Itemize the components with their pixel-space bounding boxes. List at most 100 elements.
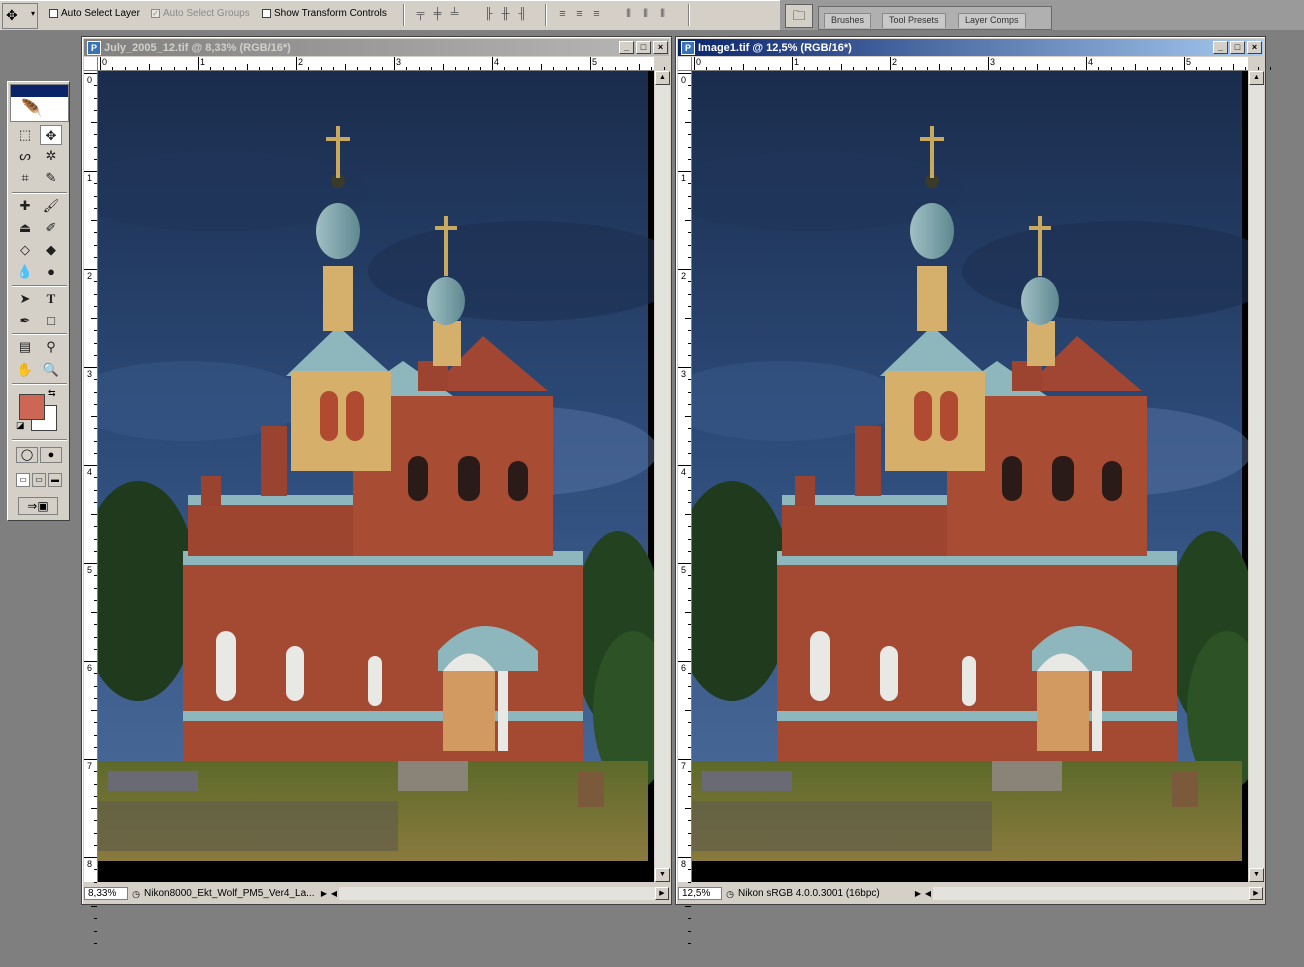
slice-tool-icon[interactable]: ✎	[40, 168, 62, 188]
move-tool-icon[interactable]: ✥	[40, 125, 62, 145]
tool-preset-picker[interactable]: ✥ ▾	[2, 3, 38, 29]
scroll-down-arrow[interactable]: ▼	[655, 868, 670, 882]
maximize-button[interactable]: □	[1230, 41, 1245, 54]
close-button[interactable]: ×	[1247, 41, 1262, 54]
eyedropper-tool-icon[interactable]: ⚲	[40, 337, 62, 357]
auto-select-layer-checkbox[interactable]: Auto Select Layer	[49, 8, 140, 19]
rectangle-tool-icon[interactable]: □	[40, 311, 62, 331]
distribute-horizontal-center-icon[interactable]: ⫴	[639, 7, 652, 21]
standard-mode-button[interactable]: ◯	[16, 447, 38, 463]
ruler-label: 0	[87, 75, 93, 85]
ruler-origin[interactable]	[678, 57, 692, 71]
ruler-tick	[614, 67, 616, 70]
ruler-tick	[94, 783, 97, 785]
full-screen-menu-mode-button[interactable]: ▭	[32, 473, 46, 487]
horizontal-scrollbar[interactable]: ▶	[933, 887, 1263, 900]
align-bottom-icon[interactable]: ╧	[448, 7, 461, 21]
scroll-down-arrow[interactable]: ▼	[1249, 868, 1264, 882]
align-horizontal-center-icon[interactable]: ╫	[499, 7, 512, 21]
vertical-scrollbar[interactable]: ▲ ▼	[655, 71, 670, 882]
ruler-tick	[688, 526, 691, 528]
clone-stamp-tool-icon[interactable]: ⏏	[14, 218, 36, 238]
close-button[interactable]: ×	[653, 41, 668, 54]
vertical-scrollbar[interactable]: ▲ ▼	[1249, 71, 1264, 882]
ruler-origin[interactable]	[84, 57, 98, 71]
distribute-right-icon[interactable]: ⫴	[656, 7, 669, 21]
blur-tool-icon[interactable]: 💧	[14, 262, 36, 282]
image-canvas[interactable]	[98, 71, 654, 882]
file-browser-button[interactable]: 🗀	[785, 4, 813, 28]
horizontal-scrollbar[interactable]: ▶	[339, 887, 669, 900]
minimize-button[interactable]: _	[1213, 41, 1228, 54]
vertical-ruler[interactable]: 0 1 2 3 4 5 6 7 8	[84, 71, 98, 944]
image-canvas[interactable]	[692, 71, 1248, 882]
default-colors-icon[interactable]: ◪	[16, 420, 25, 431]
document-window-july[interactable]: P July_2005_12.tif @ 8,33% (RGB/16*) _ □…	[81, 36, 677, 944]
eraser-tool-icon[interactable]: ◇	[14, 240, 36, 260]
vertical-ruler[interactable]: 0 1 2 3 4 5 6 7 8	[678, 71, 692, 944]
document-title-bar[interactable]: P Image1.tif @ 12,5% (RGB/16*) _ □ ×	[678, 39, 1263, 56]
scroll-right-arrow[interactable]: ▶	[655, 887, 669, 900]
scroll-up-arrow[interactable]: ▲	[655, 71, 670, 85]
pen-tool-icon[interactable]: ✒	[14, 311, 36, 331]
ruler-tick	[94, 97, 97, 99]
scroll-left-arrow[interactable]: ◀	[923, 889, 933, 898]
document-window-image1[interactable]: P Image1.tif @ 12,5% (RGB/16*) _ □ × 012…	[675, 36, 1271, 944]
notes-tool-icon[interactable]: ▤	[14, 337, 36, 357]
ruler-tick	[94, 489, 97, 491]
dodge-tool-icon[interactable]: ●	[40, 262, 62, 282]
ruler-tick	[688, 97, 691, 99]
crop-tool-icon[interactable]: ⌗	[14, 168, 36, 188]
status-menu-arrow[interactable]: ▶	[319, 889, 329, 898]
scroll-left-arrow[interactable]: ◀	[329, 889, 339, 898]
zoom-level-field[interactable]: 8,33%	[84, 887, 128, 900]
distribute-top-icon[interactable]: ≡	[556, 7, 569, 21]
swap-colors-icon[interactable]: ⇆	[48, 388, 56, 399]
auto-select-groups-checkbox[interactable]: ✓ Auto Select Groups	[151, 8, 250, 19]
path-selection-tool-icon[interactable]: ➤	[14, 289, 36, 309]
minimize-button[interactable]: _	[619, 41, 634, 54]
zoom-tool-icon[interactable]: 🔍	[40, 360, 62, 380]
ruler-tick	[271, 67, 273, 70]
checkbox-box	[49, 9, 58, 18]
ruler-tick	[1196, 67, 1198, 70]
ruler-tick	[124, 67, 126, 70]
toolbox-header[interactable]: 🪶	[10, 84, 69, 122]
horizontal-ruler[interactable]: 0 1 2 3 4 5	[98, 57, 677, 71]
distribute-vertical-center-icon[interactable]: ≡	[573, 7, 586, 21]
paint-bucket-tool-icon[interactable]: ◆	[40, 240, 62, 260]
jump-to-imageready-button[interactable]: ⇒▣	[18, 497, 58, 515]
distribute-left-icon[interactable]: ⫴	[622, 7, 635, 21]
status-menu-arrow[interactable]: ▶	[913, 889, 923, 898]
hand-tool-icon[interactable]: ✋	[14, 360, 36, 380]
maximize-button[interactable]: □	[636, 41, 651, 54]
palette-tab-layer-comps[interactable]: Layer Comps	[958, 13, 1026, 28]
show-transform-controls-checkbox[interactable]: Show Transform Controls	[262, 8, 387, 19]
palette-tab-brushes[interactable]: Brushes	[824, 13, 872, 28]
ruler-tick	[94, 673, 97, 675]
zoom-level-field[interactable]: 12,5%	[678, 887, 722, 900]
align-vertical-center-icon[interactable]: ╪	[431, 7, 444, 21]
foreground-color-swatch[interactable]	[19, 394, 45, 420]
magic-wand-tool-icon[interactable]: ✲	[40, 146, 62, 166]
document-title-bar[interactable]: P July_2005_12.tif @ 8,33% (RGB/16*) _ □…	[84, 39, 669, 56]
history-brush-tool-icon[interactable]: ✐	[40, 218, 62, 238]
scroll-right-arrow[interactable]: ▶	[1249, 887, 1263, 900]
brush-tool-icon[interactable]: 🖌	[40, 196, 62, 216]
marquee-tool-icon[interactable]: ⬚	[14, 125, 36, 145]
full-screen-mode-button[interactable]: ▬	[48, 473, 62, 487]
standard-screen-mode-button[interactable]: ▭	[16, 473, 30, 487]
healing-brush-tool-icon[interactable]: ✚	[14, 196, 36, 216]
scroll-up-arrow[interactable]: ▲	[1249, 71, 1264, 85]
lasso-tool-icon[interactable]: ᔕ	[14, 146, 36, 166]
type-tool-icon[interactable]: T	[40, 289, 62, 309]
align-right-icon[interactable]: ╢	[516, 7, 529, 21]
align-left-icon[interactable]: ╟	[482, 7, 495, 21]
ruler-tick	[94, 146, 97, 148]
align-top-icon[interactable]: ╤	[414, 7, 427, 21]
distribute-bottom-icon[interactable]: ≡	[590, 7, 603, 21]
horizontal-ruler[interactable]: 0 1 2 3 4 5	[692, 57, 1271, 71]
palette-tab-tool-presets[interactable]: Tool Presets	[882, 13, 946, 28]
ruler-tick	[1110, 67, 1112, 70]
quick-mask-mode-button[interactable]: ●	[40, 447, 62, 463]
